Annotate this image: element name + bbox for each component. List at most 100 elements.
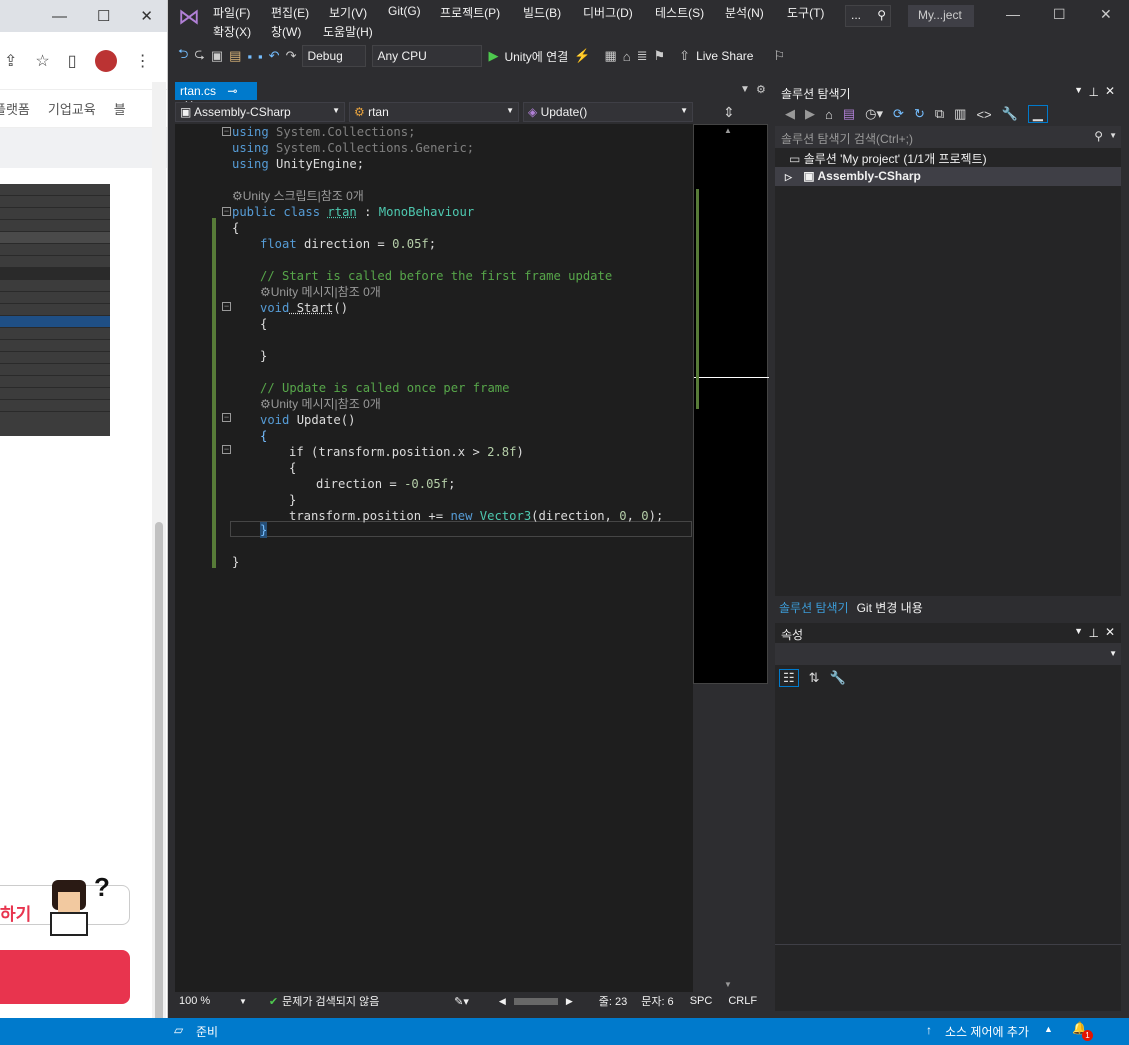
spacing-indicator[interactable]: SPC bbox=[690, 995, 713, 1007]
menu-help[interactable]: 도움말(H) bbox=[323, 23, 373, 40]
codelens-update-refs[interactable]: ⚙Unity 메시지|참조 0개 bbox=[260, 396, 381, 412]
issues-status[interactable]: 문제가 검색되지 않음 bbox=[282, 993, 454, 1009]
history-icon[interactable]: ◷▾ bbox=[865, 106, 883, 122]
categorized-icon[interactable]: ☷ bbox=[779, 669, 799, 687]
close-icon[interactable]: ✕ bbox=[1105, 625, 1115, 639]
properties-wrench-icon[interactable]: 🔧 bbox=[1002, 106, 1018, 122]
menu-file[interactable]: 파일(F) bbox=[213, 4, 250, 21]
browser-scrollbar[interactable] bbox=[152, 82, 166, 1038]
run-button[interactable]: Unity에 연결 bbox=[504, 48, 568, 65]
nav-item-more[interactable]: 블 bbox=[114, 99, 126, 118]
hscroll-right-icon[interactable]: ▶ bbox=[566, 996, 573, 1007]
feedback-icon[interactable]: ⚐ bbox=[773, 48, 785, 64]
browser-link-icon[interactable]: ⌂ bbox=[623, 49, 631, 64]
menu-extensions[interactable]: 확장(X) bbox=[213, 23, 251, 40]
alphabetical-icon[interactable]: ⇅ bbox=[809, 670, 820, 686]
preview-selected-icon[interactable]: ▁ bbox=[1027, 105, 1048, 123]
maximize-icon[interactable]: ☐ bbox=[97, 7, 110, 25]
browser-menu-icon[interactable]: ⋮ bbox=[135, 51, 151, 71]
hscroll-left-icon[interactable]: ◀ bbox=[499, 996, 506, 1007]
comment-icon[interactable]: ≣ bbox=[637, 48, 648, 64]
output-window-icon[interactable]: ▱ bbox=[174, 1023, 183, 1037]
menu-window[interactable]: 창(W) bbox=[271, 23, 301, 40]
open-folder-icon[interactable]: ▤ bbox=[229, 48, 241, 64]
menu-view[interactable]: 보기(V) bbox=[329, 4, 367, 21]
menu-tools[interactable]: 도구(T) bbox=[787, 4, 824, 21]
live-share-button[interactable]: Live Share bbox=[696, 49, 753, 63]
pane-menu-icon[interactable]: ▼ bbox=[1074, 85, 1083, 95]
redo-icon[interactable]: ↷ bbox=[286, 48, 297, 64]
home-icon[interactable]: ⌂ bbox=[825, 107, 833, 122]
close-icon[interactable]: ✕ bbox=[1105, 84, 1115, 98]
object-select[interactable]: ▼ bbox=[775, 643, 1121, 665]
bookmark-star-icon[interactable]: ☆ bbox=[35, 51, 49, 71]
hscroll-thumb[interactable] bbox=[513, 997, 558, 1005]
code-view-icon[interactable]: <> bbox=[976, 107, 991, 122]
find-folder-icon[interactable]: ▦ bbox=[604, 48, 616, 64]
save-all-icon[interactable]: ▪ bbox=[258, 49, 263, 64]
scroll-up-icon[interactable]: ▲ bbox=[724, 126, 732, 135]
run-play-icon[interactable]: ▶ bbox=[488, 48, 498, 64]
refresh-icon[interactable]: ↻ bbox=[914, 106, 925, 122]
fold-collapse-icon[interactable]: − bbox=[222, 207, 231, 216]
red-action-button[interactable] bbox=[0, 950, 130, 1004]
codelens-start-refs[interactable]: ⚙Unity 메시지|참조 0개 bbox=[260, 284, 381, 300]
member-dropdown[interactable]: ◈ Update() ▼ bbox=[523, 102, 693, 122]
new-project-icon[interactable]: ▣ bbox=[211, 48, 223, 64]
collapse-all-icon[interactable]: ⧉ bbox=[935, 106, 944, 122]
settings-gear-icon[interactable]: ⚙ bbox=[756, 83, 766, 96]
platform-select[interactable]: Any CPU bbox=[372, 45, 483, 67]
nav-item-corporate[interactable]: 기업교육 bbox=[48, 99, 96, 118]
pane-menu-icon[interactable]: ▼ bbox=[1074, 626, 1083, 636]
undo-icon[interactable]: ↶ bbox=[269, 48, 280, 64]
code-minimap[interactable] bbox=[693, 124, 769, 684]
expand-arrow-icon[interactable]: ▷ bbox=[785, 172, 792, 182]
code-editor[interactable]: − − − − − using System.Collections; usin… bbox=[175, 124, 693, 992]
menu-analyze[interactable]: 분석(N) bbox=[725, 4, 764, 21]
config-select[interactable]: Debug bbox=[302, 45, 367, 67]
scroll-down-icon[interactable]: ▼ bbox=[724, 980, 732, 989]
switch-view-icon[interactable]: ▤ bbox=[843, 106, 855, 122]
solution-node[interactable]: ▭ 솔루션 'My project' (1/1개 프로젝트) bbox=[775, 148, 1121, 167]
fold-collapse-icon[interactable]: − bbox=[222, 302, 231, 311]
close-icon[interactable]: ✕ bbox=[1100, 6, 1112, 23]
menu-test[interactable]: 테스트(S) bbox=[655, 4, 704, 21]
project-node[interactable]: ▷ ▣ Assembly-CSharp bbox=[775, 167, 1121, 186]
class-dropdown[interactable]: ⚙ rtan ▼ bbox=[349, 102, 519, 122]
eol-indicator[interactable]: CRLF bbox=[728, 995, 757, 1007]
share-icon[interactable]: ⇪ bbox=[4, 51, 17, 71]
doc-tab-rtan[interactable]: rtan.cs ⊸ ✕ bbox=[175, 82, 257, 112]
profile-avatar[interactable] bbox=[94, 49, 117, 72]
menu-edit[interactable]: 편집(E) bbox=[271, 4, 309, 21]
menu-git[interactable]: Git(G) bbox=[388, 4, 421, 18]
pin-icon[interactable]: ⊸ bbox=[227, 84, 237, 98]
back-icon[interactable]: ⮌ bbox=[178, 45, 188, 67]
fold-collapse-icon[interactable]: − bbox=[222, 445, 231, 454]
solution-search-input[interactable]: 솔루션 탐색기 검색(Ctrl+;) ⚲ ▼ bbox=[775, 126, 1121, 148]
line-indicator[interactable]: 줄: 23 bbox=[599, 993, 627, 1009]
maximize-icon[interactable]: ☐ bbox=[1053, 6, 1066, 23]
project-dropdown[interactable]: ▣ Assembly-CSharp ▼ bbox=[175, 102, 345, 122]
pin-icon[interactable]: ⊥ bbox=[1089, 85, 1099, 99]
sidepanel-icon[interactable]: ▯ bbox=[68, 51, 77, 71]
brush-icon[interactable]: ✎▾ bbox=[454, 995, 469, 1008]
nav-item-platform[interactable]: 플랫폼 bbox=[0, 99, 30, 118]
live-share-icon[interactable]: ⇧ bbox=[679, 48, 690, 64]
sync-icon[interactable]: ⟳ bbox=[893, 106, 904, 122]
back-icon[interactable]: ◀ bbox=[785, 106, 795, 122]
tab-git-changes[interactable]: Git 변경 내용 bbox=[857, 599, 923, 615]
cta-text[interactable]: 하기 bbox=[0, 900, 31, 925]
tab-overflow-icon[interactable]: ▼ bbox=[740, 84, 750, 95]
search-box[interactable]: ... ⚲ bbox=[845, 5, 891, 27]
minimize-icon[interactable]: — bbox=[52, 8, 67, 25]
menu-project[interactable]: 프로젝트(P) bbox=[440, 4, 500, 21]
close-icon[interactable]: ✕ bbox=[140, 7, 153, 25]
fold-collapse-icon[interactable]: − bbox=[222, 127, 231, 136]
col-indicator[interactable]: 문자: 6 bbox=[641, 993, 673, 1009]
chevron-down-icon[interactable]: ▼ bbox=[1109, 131, 1117, 140]
property-pages-icon[interactable]: 🔧 bbox=[830, 670, 846, 686]
fold-collapse-icon[interactable]: − bbox=[222, 413, 231, 422]
minimize-icon[interactable]: — bbox=[1006, 6, 1020, 22]
zoom-select[interactable]: 100 % bbox=[179, 995, 239, 1007]
save-icon[interactable]: ▪ bbox=[247, 49, 252, 64]
